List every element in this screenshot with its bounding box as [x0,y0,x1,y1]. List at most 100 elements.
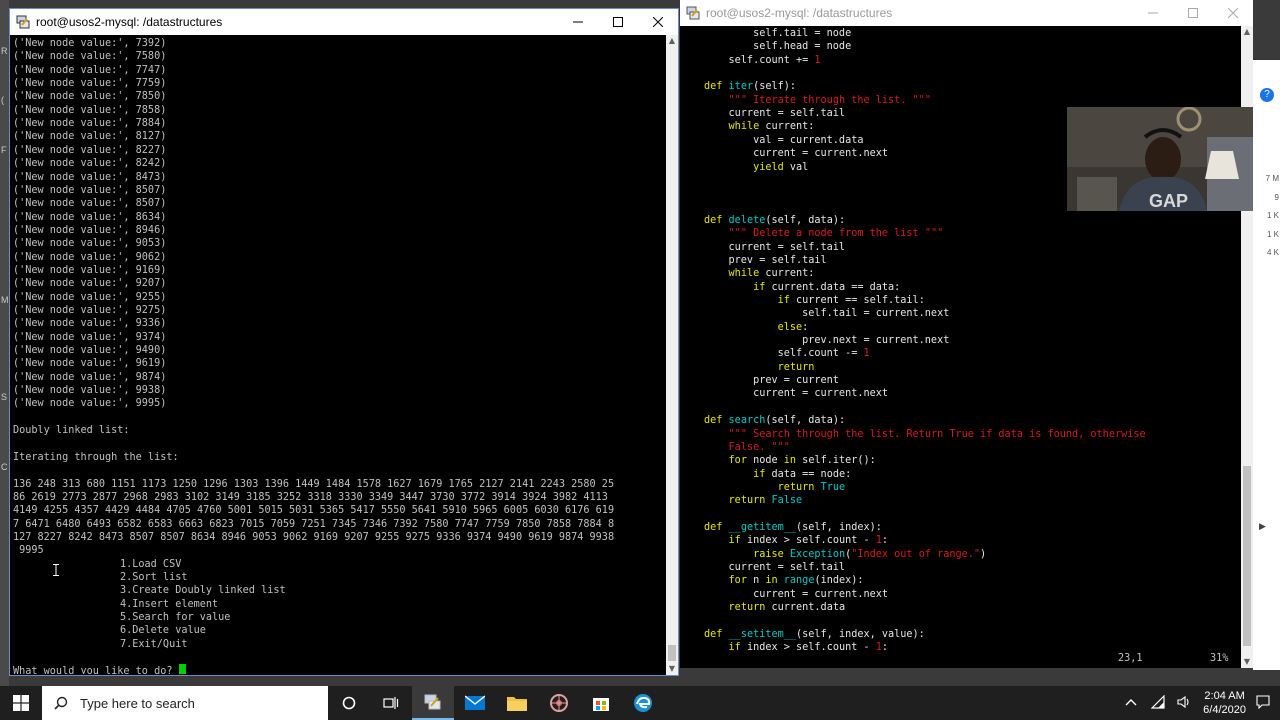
app-icon[interactable] [538,686,580,720]
edge-letter: R [1,46,8,56]
terminal-line: ('New node value:', 8507) [13,184,167,196]
file-explorer-icon[interactable] [496,686,538,720]
chevron-up-icon[interactable] [1125,697,1137,709]
terminal-line: ('New node value:', 9053) [13,238,167,250]
ibeam-cursor-icon [53,561,59,576]
search-icon [54,696,68,710]
edge-letter: S [1,392,8,402]
code-line: self.head = node [704,41,852,53]
menu-option: 7.Exit/Quit [120,638,188,650]
close-button[interactable] [1213,0,1253,26]
terminal-line: ('New node value:', 8473) [13,171,167,183]
code-line: return True [777,481,846,493]
terminal-line: ('New node value:', 9938) [13,385,167,397]
code-line: def delete(self, data): [704,214,846,226]
vertical-scrollbar[interactable]: ▲ ▼ [666,35,678,675]
code-line: if index > self.count - 1: [728,535,889,547]
terminal-line: ('New node value:', 7580) [13,51,167,63]
notifications-icon[interactable] [1256,694,1270,712]
terminal-output[interactable]: ('New node value:', 7392) ('New node valu… [12,36,666,674]
edge-letter: F [1,145,7,155]
code-line: """ Search through the list. Return True… [728,428,1146,440]
speaker-icon[interactable] [1177,695,1191,712]
prompt-text: What would you like to do? [13,666,179,674]
code-line: else: [777,321,809,333]
minimize-button[interactable] [558,9,598,35]
text-cursor [178,664,186,674]
code-line: """ Delete a node from the list """ [728,228,944,240]
putty-taskbar-icon[interactable] [412,686,454,720]
code-line: raise Exception("Index out of range.") [753,548,987,560]
scroll-up-arrow[interactable]: ▲ [1241,26,1253,38]
help-icon[interactable]: ? [1260,88,1274,102]
terminal-line: ('New node value:', 8946) [13,224,167,236]
putty-icon [16,15,30,29]
network-icon[interactable] [1150,694,1165,712]
code-line: return False [728,495,803,507]
putty-window-left: root@usos2-mysql: /datastructures ('New … [9,8,679,676]
close-button[interactable] [638,9,678,35]
scroll-up-arrow[interactable]: ▲ [666,35,678,47]
edge-number: 7 M [1265,174,1279,183]
code-line: while current: [728,121,815,133]
code-line: if index > self.count - 1: [728,642,889,654]
search-placeholder: Type here to search [80,695,195,711]
code-line: prev = self.tail [704,254,827,266]
clock[interactable]: 2:04 AM 6/4/2020 [1203,689,1246,717]
edge-letter: M [1,295,9,305]
terminal-line: ('New node value:', 9874) [13,371,167,383]
minimize-button[interactable] [1133,0,1173,26]
menu-option: 5.Search for value [120,612,231,624]
code-line: val = current.data [704,134,864,146]
code-line: self.count += 1 [704,54,821,66]
code-line: if current.data == data: [753,281,901,293]
code-line: current = self.tail [704,108,846,120]
store-icon[interactable] [580,686,622,720]
task-view-icon[interactable] [370,686,412,720]
code-line: prev = current [704,375,839,387]
code-line: False. """ [728,441,790,453]
mail-icon[interactable] [454,686,496,720]
edge-numbers: 7 M 9 1 K 1 K 4 K [1265,170,1279,263]
edge-number: 1 K [1266,229,1279,239]
code-line: prev.next = current.next [704,335,950,347]
edge-browser-icon[interactable] [622,686,664,720]
title-bar[interactable]: root@usos2-mysql: /datastructures [10,9,678,35]
terminal-line: 4149 4255 4357 4429 4484 4705 4760 5001 … [13,505,615,517]
terminal-line: Iterating through the list: [13,451,179,463]
code-line: """ Iterate through the list. """ [728,94,931,106]
command-prompt[interactable]: What would you like to do? [13,664,186,674]
edge-letter: C [1,462,8,472]
code-line: def __getitem__(self, index): [704,521,882,533]
scroll-thumb[interactable] [1243,466,1251,646]
maximize-button[interactable] [598,9,638,35]
terminal-line: ('New node value:', 9490) [13,345,167,357]
terminal-line: 9995 [13,545,44,557]
search-box[interactable]: Type here to search [42,686,328,720]
code-line: for node in self.iter(): [728,455,876,467]
edge-number: 9 [1274,192,1279,202]
terminal-line: ('New node value:', 9062) [13,251,167,263]
title-bar[interactable]: root@usos2-mysql: /datastructures [680,0,1253,26]
scroll-down-arrow[interactable]: ▼ [1241,656,1253,668]
terminal-line: 127 8227 8242 8473 8507 8507 8634 8946 9… [13,531,615,543]
terminal-line: ('New node value:', 8127) [13,131,167,143]
terminal-line: ('New node value:', 8242) [13,158,167,170]
terminal-line: ('New node value:', 7850) [13,91,167,103]
scroll-thumb[interactable] [668,645,676,661]
code-line: return current.data [728,602,846,614]
cortana-icon[interactable] [328,686,370,720]
code-line: while current: [728,268,815,280]
code-line: def __setitem__(self, index, value): [704,628,925,640]
start-button[interactable] [0,686,42,720]
edge-letter: ( [1,95,4,105]
code-line: return [777,361,815,373]
terminal-line: ('New node value:', 9169) [13,264,167,276]
terminal-line: ('New node value:', 9619) [13,358,167,370]
scroll-percent: 31% [1210,653,1229,664]
code-line: if data == node: [753,468,852,480]
svg-text:GAP: GAP [1149,191,1188,211]
terminal-line: ('New node value:', 9995) [13,398,167,410]
scroll-down-arrow[interactable]: ▼ [666,663,678,675]
maximize-button[interactable] [1173,0,1213,26]
